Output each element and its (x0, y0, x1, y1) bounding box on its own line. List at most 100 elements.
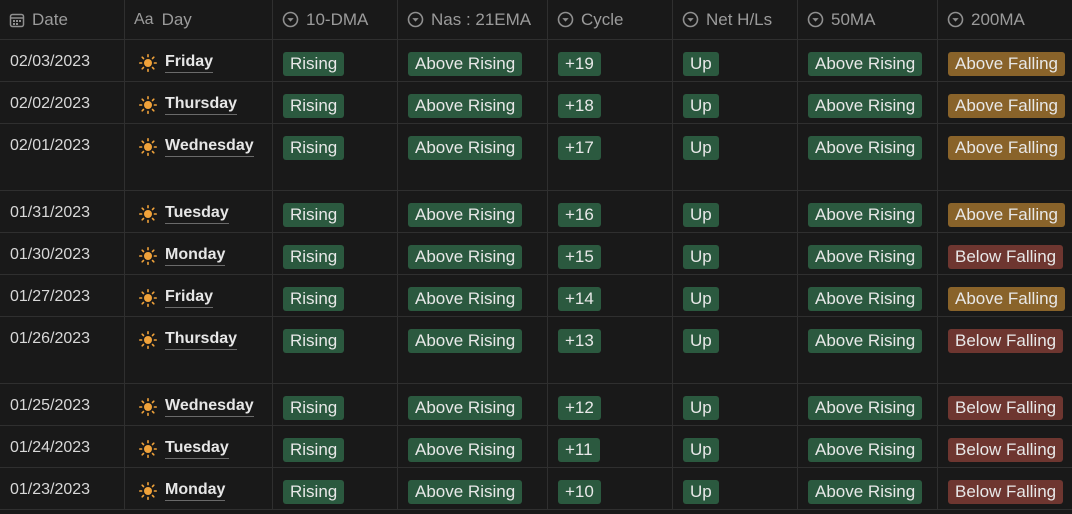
day-link[interactable]: Thursday (139, 330, 238, 350)
date-cell[interactable]: 02/03/2023 (0, 40, 125, 81)
day-link[interactable]: Tuesday (139, 204, 229, 224)
10-dma-cell[interactable]: Rising (273, 426, 398, 467)
day-cell[interactable]: Thursday (125, 82, 273, 123)
200ma-cell[interactable]: Above Falling (938, 82, 1072, 123)
200ma-cell[interactable]: Above Falling (938, 40, 1072, 81)
nas-21ema-cell[interactable]: Above Rising (398, 468, 548, 509)
date-cell[interactable]: 01/25/2023 (0, 384, 125, 425)
day-cell[interactable]: Friday (125, 275, 273, 316)
day-cell[interactable]: Wednesday (125, 384, 273, 425)
nas-21ema-cell[interactable]: Above Rising (398, 275, 548, 316)
10-dma-cell[interactable]: Rising (273, 468, 398, 509)
cycle-cell[interactable]: +15 (548, 233, 673, 274)
day-link[interactable]: Monday (139, 481, 226, 501)
column-header-net-hls[interactable]: Net H/Ls (673, 0, 798, 39)
200ma-cell[interactable]: Above Falling (938, 191, 1072, 232)
50ma-cell[interactable]: Above Rising (798, 124, 938, 190)
table-row[interactable]: 01/31/2023 Tuesday Rising Above Rising +… (0, 191, 1072, 233)
date-cell[interactable]: 01/27/2023 (0, 275, 125, 316)
date-cell[interactable]: 01/31/2023 (0, 191, 125, 232)
table-row[interactable]: 02/03/2023 Friday Rising Above Rising +1… (0, 40, 1072, 82)
cycle-cell[interactable]: +13 (548, 317, 673, 383)
net-hls-cell[interactable]: Up (673, 468, 798, 509)
cycle-cell[interactable]: +19 (548, 40, 673, 81)
day-link[interactable]: Wednesday (139, 137, 254, 157)
table-row[interactable]: 01/30/2023 Monday Rising Above Rising +1… (0, 233, 1072, 275)
cycle-cell[interactable]: +14 (548, 275, 673, 316)
table-row[interactable]: 01/25/2023 Wednesday Rising Above Rising… (0, 384, 1072, 426)
nas-21ema-cell[interactable]: Above Rising (398, 426, 548, 467)
nas-21ema-cell[interactable]: Above Rising (398, 317, 548, 383)
column-header-day[interactable]: Aa Day (125, 0, 273, 39)
date-cell[interactable]: 02/02/2023 (0, 82, 125, 123)
200ma-cell[interactable]: Above Falling (938, 124, 1072, 190)
50ma-cell[interactable]: Above Rising (798, 82, 938, 123)
10-dma-cell[interactable]: Rising (273, 275, 398, 316)
net-hls-cell[interactable]: Up (673, 124, 798, 190)
10-dma-cell[interactable]: Rising (273, 384, 398, 425)
day-cell[interactable]: Tuesday (125, 426, 273, 467)
10-dma-cell[interactable]: Rising (273, 124, 398, 190)
column-header-200ma[interactable]: 200MA (938, 0, 1072, 39)
column-header-nas-21ema[interactable]: Nas : 21EMA (398, 0, 548, 39)
50ma-cell[interactable]: Above Rising (798, 384, 938, 425)
200ma-cell[interactable]: Below Falling (938, 317, 1072, 383)
date-cell[interactable]: 02/01/2023 (0, 124, 125, 190)
net-hls-cell[interactable]: Up (673, 40, 798, 81)
day-link[interactable]: Friday (139, 288, 214, 308)
table-row[interactable]: 01/23/2023 Monday Rising Above Rising +1… (0, 468, 1072, 510)
10-dma-cell[interactable]: Rising (273, 191, 398, 232)
cycle-cell[interactable]: +16 (548, 191, 673, 232)
200ma-cell[interactable]: Below Falling (938, 468, 1072, 509)
cycle-cell[interactable]: +11 (548, 426, 673, 467)
table-row[interactable]: 01/24/2023 Tuesday Rising Above Rising +… (0, 426, 1072, 468)
table-row[interactable]: 02/01/2023 Wednesday Rising Above Rising… (0, 124, 1072, 191)
50ma-cell[interactable]: Above Rising (798, 426, 938, 467)
column-header-50ma[interactable]: 50MA (798, 0, 938, 39)
day-link[interactable]: Monday (139, 246, 226, 266)
cycle-cell[interactable]: +17 (548, 124, 673, 190)
date-cell[interactable]: 01/30/2023 (0, 233, 125, 274)
cycle-cell[interactable]: +18 (548, 82, 673, 123)
nas-21ema-cell[interactable]: Above Rising (398, 40, 548, 81)
net-hls-cell[interactable]: Up (673, 191, 798, 232)
nas-21ema-cell[interactable]: Above Rising (398, 82, 548, 123)
day-cell[interactable]: Thursday (125, 317, 273, 383)
day-cell[interactable]: Friday (125, 40, 273, 81)
50ma-cell[interactable]: Above Rising (798, 275, 938, 316)
50ma-cell[interactable]: Above Rising (798, 191, 938, 232)
day-link[interactable]: Thursday (139, 95, 238, 115)
cycle-cell[interactable]: +12 (548, 384, 673, 425)
column-header-10-dma[interactable]: 10-DMA (273, 0, 398, 39)
10-dma-cell[interactable]: Rising (273, 40, 398, 81)
50ma-cell[interactable]: Above Rising (798, 233, 938, 274)
table-row[interactable]: 02/02/2023 Thursday Rising Above Rising … (0, 82, 1072, 124)
50ma-cell[interactable]: Above Rising (798, 317, 938, 383)
table-row[interactable]: 01/26/2023 Thursday Rising Above Rising … (0, 317, 1072, 384)
200ma-cell[interactable]: Below Falling (938, 426, 1072, 467)
day-link[interactable]: Tuesday (139, 439, 229, 459)
nas-21ema-cell[interactable]: Above Rising (398, 233, 548, 274)
nas-21ema-cell[interactable]: Above Rising (398, 384, 548, 425)
10-dma-cell[interactable]: Rising (273, 317, 398, 383)
50ma-cell[interactable]: Above Rising (798, 468, 938, 509)
day-link[interactable]: Wednesday (139, 397, 254, 417)
10-dma-cell[interactable]: Rising (273, 233, 398, 274)
nas-21ema-cell[interactable]: Above Rising (398, 191, 548, 232)
day-link[interactable]: Friday (139, 53, 214, 73)
table-row[interactable]: 01/27/2023 Friday Rising Above Rising +1… (0, 275, 1072, 317)
net-hls-cell[interactable]: Up (673, 426, 798, 467)
200ma-cell[interactable]: Below Falling (938, 384, 1072, 425)
day-cell[interactable]: Tuesday (125, 191, 273, 232)
50ma-cell[interactable]: Above Rising (798, 40, 938, 81)
200ma-cell[interactable]: Above Falling (938, 275, 1072, 316)
nas-21ema-cell[interactable]: Above Rising (398, 124, 548, 190)
net-hls-cell[interactable]: Up (673, 82, 798, 123)
date-cell[interactable]: 01/24/2023 (0, 426, 125, 467)
column-header-cycle[interactable]: Cycle (548, 0, 673, 39)
10-dma-cell[interactable]: Rising (273, 82, 398, 123)
net-hls-cell[interactable]: Up (673, 384, 798, 425)
day-cell[interactable]: Wednesday (125, 124, 273, 190)
column-header-date[interactable]: Date (0, 0, 125, 39)
date-cell[interactable]: 01/23/2023 (0, 468, 125, 509)
